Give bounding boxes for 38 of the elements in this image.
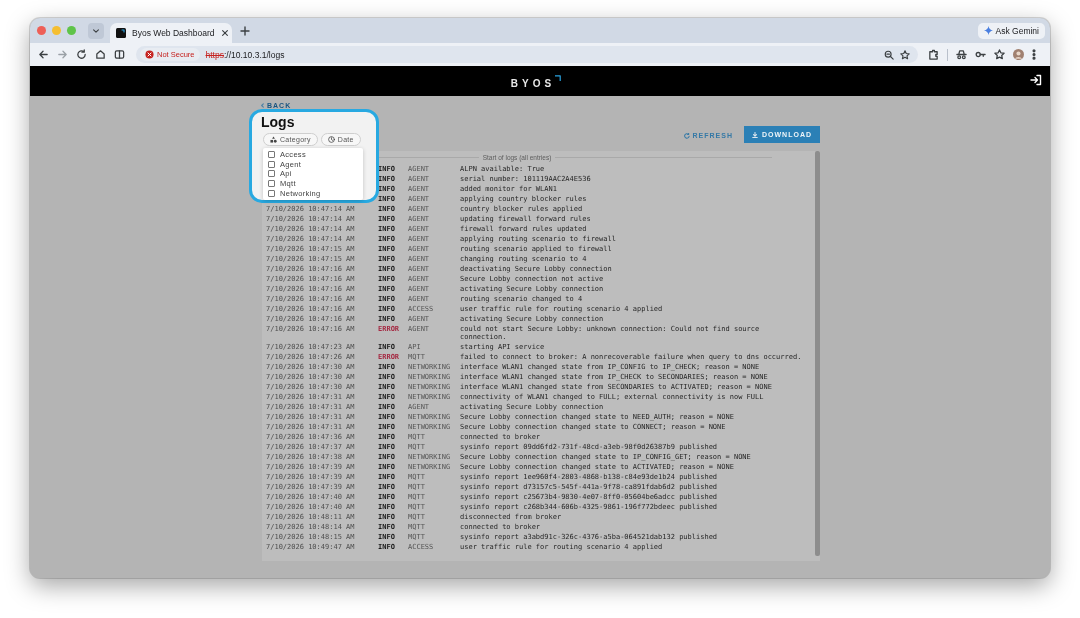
plus-icon[interactable] — [240, 25, 250, 36]
ask-gemini-button[interactable]: Ask Gemini — [977, 22, 1045, 39]
sparkle-icon — [983, 26, 993, 35]
star-icon[interactable] — [900, 49, 910, 60]
logo: BYOS — [510, 73, 562, 89]
refresh-icon — [683, 132, 690, 139]
more-menu-icon[interactable] — [1032, 49, 1036, 60]
chevron-left-icon — [260, 102, 265, 108]
logout-icon[interactable] — [1030, 73, 1042, 86]
reload-icon[interactable] — [76, 49, 87, 60]
close-icon[interactable] — [220, 29, 229, 37]
checkbox[interactable] — [268, 189, 275, 197]
url-text: https://10.10.3.1/logs — [205, 49, 285, 60]
page-title: Logs — [261, 114, 296, 131]
back-arrow-icon[interactable] — [38, 49, 49, 60]
key-icon[interactable] — [975, 49, 986, 60]
clock-icon — [327, 136, 335, 143]
corner-mark-icon — [555, 74, 562, 81]
tab-title: Byos Web Dashboard — [132, 28, 215, 38]
chevron-down-icon — [92, 26, 100, 35]
avatar-icon[interactable] — [1013, 49, 1024, 60]
checkbox[interactable] — [268, 151, 275, 159]
incognito-icon[interactable] — [956, 49, 967, 60]
checkbox[interactable] — [268, 160, 275, 168]
scrollbar[interactable] — [815, 151, 820, 556]
checkbox[interactable] — [268, 170, 275, 178]
app-icon — [116, 28, 126, 38]
zoom-icon[interactable] — [884, 49, 894, 60]
home-icon[interactable] — [95, 49, 106, 60]
checkbox[interactable] — [268, 180, 275, 188]
extensions-icon[interactable] — [928, 49, 939, 60]
warning-icon — [145, 50, 154, 59]
shapes-icon — [270, 136, 277, 143]
download-icon — [752, 131, 758, 138]
bookmark-star-icon[interactable] — [994, 49, 1005, 60]
tab-list-button[interactable] — [88, 22, 104, 39]
split-view-icon[interactable] — [114, 49, 125, 60]
browser-tab[interactable]: Byos Web Dashboard — [110, 23, 232, 43]
